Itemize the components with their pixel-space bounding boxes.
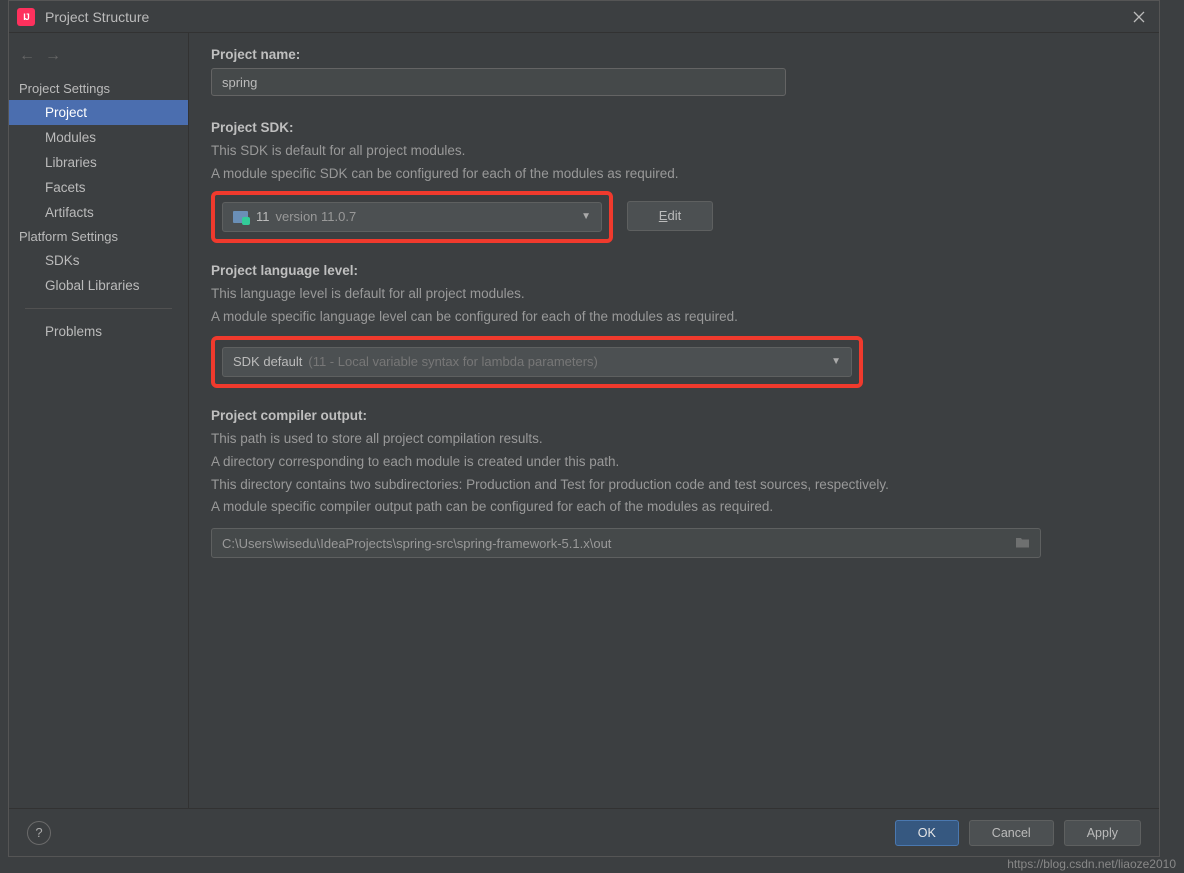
sidebar: ← → Project Settings Project Modules Lib… [9,33,189,808]
intellij-icon [17,8,35,26]
compiler-output-input[interactable]: C:\Users\wisedu\IdeaProjects\spring-src\… [211,528,1041,558]
ok-button[interactable]: OK [895,820,959,846]
sdk-name: 11 [256,209,270,224]
cancel-button[interactable]: Cancel [969,820,1054,846]
sdk-highlight-box: 11 version 11.0.7 ▼ [211,191,613,243]
project-sdk-dropdown[interactable]: 11 version 11.0.7 ▼ [222,202,602,232]
sidebar-item-problems[interactable]: Problems [9,319,188,344]
jdk-folder-icon [233,211,248,223]
sidebar-item-facets[interactable]: Facets [9,175,188,200]
nav-back-icon[interactable]: ← [19,47,35,65]
lang-desc-1: This language level is default for all p… [211,284,1137,305]
edit-label-rest: dit [667,208,681,223]
language-level-dropdown[interactable]: SDK default (11 - Local variable syntax … [222,347,852,377]
lang-desc-2: A module specific language level can be … [211,307,1137,328]
out-desc-2: A directory corresponding to each module… [211,452,1137,473]
out-desc-1: This path is used to store all project c… [211,429,1137,450]
watermark: https://blog.csdn.net/liaoze2010 [1007,857,1176,871]
chevron-down-icon: ▼ [831,356,841,367]
compiler-output-label: Project compiler output: [211,408,1137,423]
help-button[interactable]: ? [27,821,51,845]
sdk-desc-1: This SDK is default for all project modu… [211,141,1137,162]
out-desc-3: This directory contains two subdirectori… [211,475,1137,496]
sidebar-heading-project: Project Settings [9,77,188,100]
sidebar-item-libraries[interactable]: Libraries [9,150,188,175]
lang-selected-hint: (11 - Local variable syntax for lambda p… [308,354,598,369]
dialog-title: Project Structure [45,9,149,25]
sdk-version: version 11.0.7 [276,209,357,224]
chevron-down-icon: ▼ [581,211,591,222]
nav-forward-icon[interactable]: → [45,47,61,65]
sidebar-item-global-libraries[interactable]: Global Libraries [9,273,188,298]
sidebar-item-modules[interactable]: Modules [9,125,188,150]
project-name-input[interactable] [211,68,786,96]
sidebar-separator [25,308,172,309]
language-level-label: Project language level: [211,263,1137,278]
out-desc-4: A module specific compiler output path c… [211,497,1137,518]
project-structure-dialog: Project Structure ← → Project Settings P… [8,0,1160,857]
apply-button[interactable]: Apply [1064,820,1141,846]
main-panel: Project name: Project SDK: This SDK is d… [189,33,1159,808]
sdk-desc-2: A module specific SDK can be configured … [211,164,1137,185]
sidebar-item-artifacts[interactable]: Artifacts [9,200,188,225]
lang-highlight-box: SDK default (11 - Local variable syntax … [211,336,863,388]
project-sdk-label: Project SDK: [211,120,1137,135]
compiler-output-value: C:\Users\wisedu\IdeaProjects\spring-src\… [222,536,611,551]
project-name-label: Project name: [211,47,1137,62]
browse-folder-icon[interactable] [1015,536,1030,551]
titlebar: Project Structure [9,1,1159,33]
sidebar-item-project[interactable]: Project [9,100,188,125]
sdk-edit-button[interactable]: Edit [627,201,713,231]
sidebar-heading-platform: Platform Settings [9,225,188,248]
lang-selected-main: SDK default [233,354,302,369]
dialog-footer: ? OK Cancel Apply [9,808,1159,856]
edit-label-underline: E [659,208,668,223]
close-icon[interactable] [1127,5,1151,29]
sidebar-item-sdks[interactable]: SDKs [9,248,188,273]
